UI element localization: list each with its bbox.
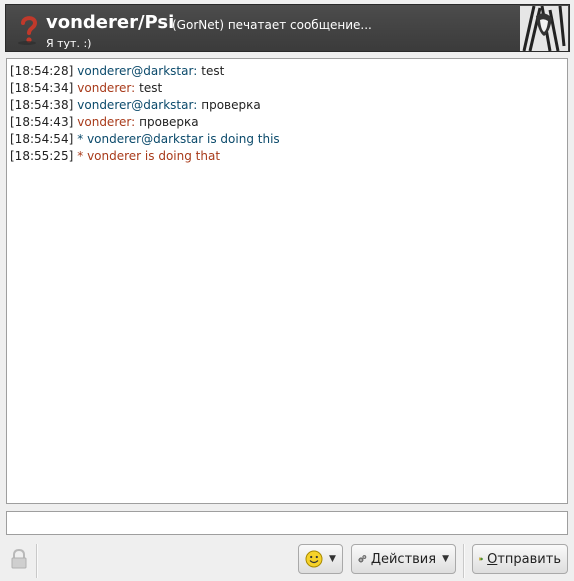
message-sender: vonderer@darkstar:	[77, 64, 198, 78]
message-text: test	[201, 64, 225, 78]
chat-action-message: [18:55:25] * vonderer is doing that	[10, 148, 564, 165]
actions-label: ействия	[380, 551, 437, 567]
bottom-toolbar: ▼ Действия ▼ Отправить	[0, 540, 574, 581]
send-mnemonic: О	[487, 551, 498, 567]
send-button[interactable]: Отправить	[472, 544, 568, 574]
message-sender: vonderer:	[77, 115, 136, 129]
smiley-icon	[305, 550, 323, 568]
message-text: проверка	[139, 115, 199, 129]
status-question-icon	[18, 16, 38, 45]
message-sender: vonderer:	[77, 81, 136, 95]
message-timestamp: [18:54:28]	[10, 64, 74, 78]
separator	[36, 544, 38, 578]
message-timestamp: [18:54:34]	[10, 81, 74, 95]
emoji-button[interactable]: ▼	[298, 544, 343, 574]
message-text: проверка	[201, 98, 261, 112]
chat-message: [18:54:43] vonderer: проверка	[10, 114, 564, 131]
chat-log[interactable]: [18:54:28] vonderer@darkstar: test [18:54:…	[6, 58, 568, 504]
message-timestamp: [18:54:38]	[10, 98, 74, 112]
actions-mnemonic: Д	[370, 551, 381, 567]
message-timestamp: [18:54:54]	[10, 132, 74, 146]
chat-message: [18:54:28] vonderer@darkstar: test	[10, 63, 564, 80]
message-input[interactable]	[6, 511, 568, 535]
actions-menu-button[interactable]: Действия ▼	[351, 544, 456, 574]
chat-action-message: [18:54:54] * vonderer@darkstar is doing t…	[10, 131, 564, 148]
send-arrow-icon	[479, 557, 484, 561]
typing-status: (GorNet) печатает сообщение...	[172, 18, 372, 32]
message-timestamp: [18:54:43]	[10, 115, 74, 129]
contact-name: vonderer/Psi	[46, 12, 175, 33]
message-text: test	[139, 81, 163, 95]
chevron-down-icon: ▼	[442, 554, 449, 564]
status-message: Я тут. :)	[46, 37, 92, 50]
avatar[interactable]	[520, 6, 568, 51]
avatar-image	[520, 6, 568, 51]
message-timestamp: [18:55:25]	[10, 149, 74, 163]
chevron-down-icon: ▼	[329, 554, 336, 564]
action-text: * vonderer is doing that	[77, 149, 221, 163]
chat-message: [18:54:38] vonderer@darkstar: проверка	[10, 97, 564, 114]
chat-message: [18:54:34] vonderer: test	[10, 80, 564, 97]
chat-header: vonderer/Psi (GorNet) печатает сообщение…	[5, 4, 570, 52]
gears-icon	[358, 555, 367, 563]
separator	[463, 544, 465, 578]
action-text: * vonderer@darkstar is doing this	[77, 132, 280, 146]
message-sender: vonderer@darkstar:	[77, 98, 198, 112]
lock-icon[interactable]	[10, 548, 28, 570]
send-label: тправить	[497, 551, 561, 567]
